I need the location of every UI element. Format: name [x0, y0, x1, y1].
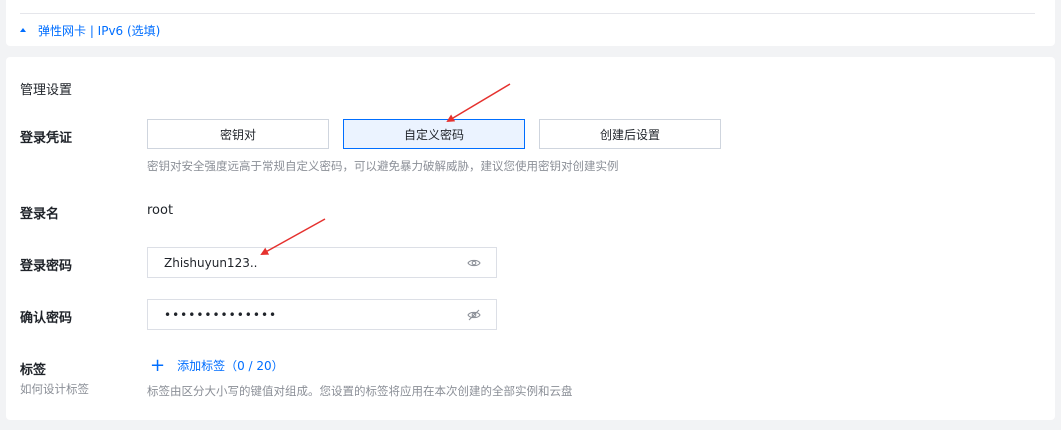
eni-ipv6-toggle-label: 弹性网卡 | IPv6 (选填) [38, 23, 161, 38]
credential-option-set-later[interactable]: 创建后设置 [539, 119, 721, 149]
password-label: 登录密码 [20, 259, 73, 274]
tags-hint: 标签由区分大小写的键值对组成。您设置的标签将应用在本次创建的全部实例和云盘 [147, 384, 573, 398]
password-value: Zhishuyun123.. [164, 255, 258, 270]
section-title: 管理设置 [20, 83, 73, 98]
management-settings-panel: 管理设置 登录凭证 密钥对 自定义密码 创建后设置 密钥对安全强度远高于常规自定… [6, 57, 1055, 420]
login-credential-label: 登录凭证 [20, 131, 73, 146]
network-interface-panel: 弹性网卡 | IPv6 (选填) [6, 0, 1055, 46]
eye-icon[interactable] [466, 255, 482, 271]
plus-icon: + [150, 354, 166, 376]
tags-label: 标签 [20, 363, 47, 378]
credential-hint: 密钥对安全强度远高于常规自定义密码，可以避免暴力破解威胁，建议您使用密钥对创建实… [147, 159, 619, 173]
confirm-password-field[interactable]: •••••••••••••• [147, 299, 497, 330]
eye-off-icon[interactable] [466, 307, 482, 323]
login-name-label: 登录名 [20, 207, 60, 222]
credential-option-custom-password[interactable]: 自定义密码 [343, 119, 525, 149]
credential-option-keypair[interactable]: 密钥对 [147, 119, 329, 149]
confirm-password-value: •••••••••••••• [164, 307, 278, 322]
add-tag-label: 添加标签（0 / 20） [177, 359, 284, 373]
confirm-password-label: 确认密码 [20, 311, 73, 326]
add-tag-button[interactable]: + 添加标签（0 / 20） [147, 354, 284, 376]
login-name-value: root [147, 203, 174, 218]
tags-help-link[interactable]: 如何设计标签 [20, 381, 89, 397]
divider [20, 13, 1035, 14]
caret-up-icon [20, 28, 26, 32]
eni-ipv6-toggle[interactable]: 弹性网卡 | IPv6 (选填) [20, 22, 160, 38]
password-field[interactable]: Zhishuyun123.. [147, 247, 497, 278]
